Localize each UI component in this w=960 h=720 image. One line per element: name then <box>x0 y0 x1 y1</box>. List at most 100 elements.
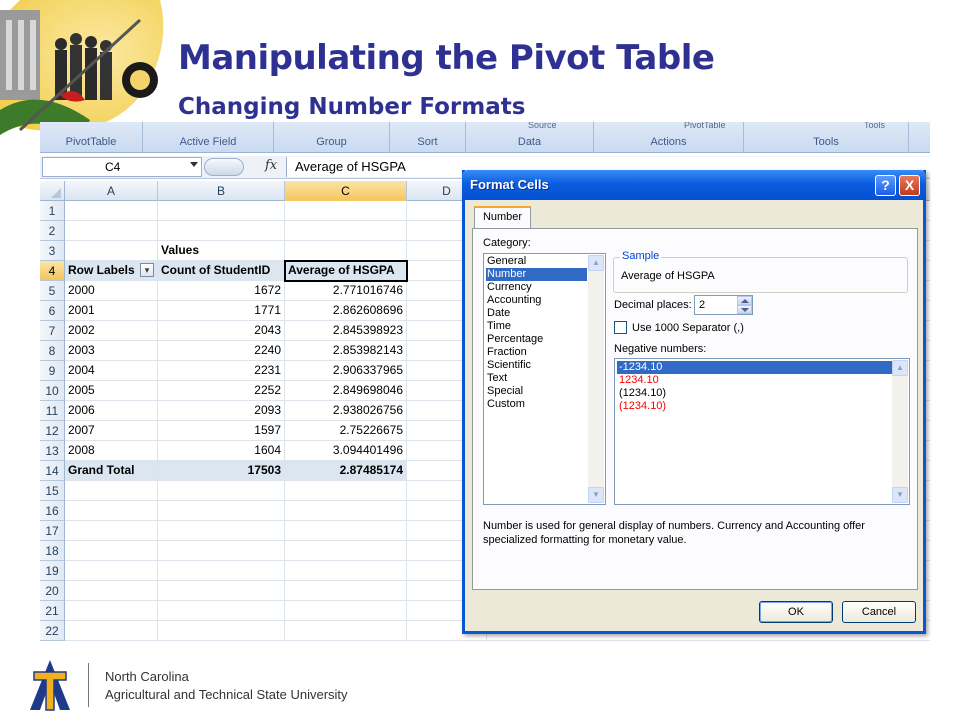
scroll-up-icon[interactable]: ▲ <box>892 360 908 376</box>
pivot-count-value[interactable]: 1604 <box>158 441 284 460</box>
negative-numbers-scrollbar[interactable]: ▲ ▼ <box>892 360 908 503</box>
tab-number[interactable]: Number <box>474 206 531 229</box>
pivot-count-value[interactable]: 1672 <box>158 281 284 300</box>
scroll-up-icon[interactable]: ▲ <box>588 255 604 271</box>
ribbon-group-pivottable[interactable]: PivotTable <box>40 122 143 153</box>
category-item[interactable]: Time <box>486 320 587 333</box>
row-header[interactable]: 16 <box>40 501 65 521</box>
negative-numbers-list[interactable]: -1234.10 1234.10 (1234.10) (1234.10) ▲ ▼ <box>614 358 910 505</box>
row-header[interactable]: 6 <box>40 301 65 321</box>
pivot-average-value[interactable]: 2.862608696 <box>285 301 406 320</box>
category-item[interactable]: Fraction <box>486 346 587 359</box>
category-item[interactable]: Accounting <box>486 294 587 307</box>
pivot-average-value[interactable]: 2.771016746 <box>285 281 406 300</box>
column-header-a[interactable]: A <box>65 181 158 201</box>
pivot-count-value[interactable]: 2252 <box>158 381 284 400</box>
ribbon-group-group[interactable]: Group <box>274 122 390 153</box>
row-header[interactable]: 3 <box>40 241 65 261</box>
pivot-row-label[interactable]: 2006 <box>65 401 157 420</box>
row-header[interactable]: 10 <box>40 381 65 401</box>
ribbon-group-data[interactable]: Source Data <box>466 122 594 153</box>
column-header-b[interactable]: B <box>158 181 285 201</box>
negative-number-option[interactable]: -1234.10 <box>617 361 892 374</box>
row-header[interactable]: 15 <box>40 481 65 501</box>
pivot-average-value[interactable]: 2.906337965 <box>285 361 406 380</box>
name-box[interactable]: C4 <box>42 157 202 177</box>
grand-total-average[interactable]: 2.87485174 <box>285 461 406 480</box>
dialog-title-bar[interactable]: Format Cells ? X <box>462 170 926 200</box>
insert-function-icon[interactable]: fx <box>265 158 277 173</box>
pivot-average-value[interactable]: 2.845398923 <box>285 321 406 340</box>
pivot-row-label[interactable]: 2007 <box>65 421 157 440</box>
row-header[interactable]: 14 <box>40 461 65 481</box>
category-item[interactable]: Percentage <box>486 333 587 346</box>
row-header[interactable]: 2 <box>40 221 65 241</box>
scroll-down-icon[interactable]: ▼ <box>892 487 908 503</box>
selected-cell-c4[interactable] <box>284 260 408 282</box>
category-item[interactable]: Custom <box>486 398 587 411</box>
pivot-count-value[interactable]: 2043 <box>158 321 284 340</box>
row-header[interactable]: 7 <box>40 321 65 341</box>
select-all-corner[interactable] <box>40 181 65 201</box>
pivot-row-label[interactable]: 2000 <box>65 281 157 300</box>
formula-bar-resize-handle[interactable] <box>204 158 244 176</box>
use-1000-separator-checkbox[interactable] <box>614 321 627 334</box>
ok-button[interactable]: OK <box>759 601 833 623</box>
category-item[interactable]: Number <box>486 268 587 281</box>
row-header[interactable]: 4 <box>40 261 65 281</box>
cancel-button[interactable]: Cancel <box>842 601 916 623</box>
category-scrollbar[interactable]: ▲ ▼ <box>588 255 604 503</box>
pivot-row-label[interactable]: 2003 <box>65 341 157 360</box>
pivot-count-value[interactable]: 1597 <box>158 421 284 440</box>
category-item[interactable]: Text <box>486 372 587 385</box>
close-button[interactable]: X <box>899 175 920 196</box>
help-button[interactable]: ? <box>875 175 896 196</box>
filter-dropdown-icon[interactable]: ▾ <box>140 263 154 277</box>
decimal-places-stepper[interactable]: 2 <box>694 295 753 315</box>
pivot-average-value[interactable]: 2.853982143 <box>285 341 406 360</box>
row-header[interactable]: 18 <box>40 541 65 561</box>
negative-number-option[interactable]: (1234.10) <box>617 387 892 400</box>
row-header[interactable]: 5 <box>40 281 65 301</box>
pivot-count-value[interactable]: 2093 <box>158 401 284 420</box>
ribbon-group-tools[interactable]: Tools Tools <box>744 122 909 153</box>
pivot-average-value[interactable]: 3.094401496 <box>285 441 406 460</box>
category-item[interactable]: Special <box>486 385 587 398</box>
pivot-average-value[interactable]: 2.75226675 <box>285 421 406 440</box>
increment-icon[interactable] <box>737 296 752 305</box>
grand-total-count[interactable]: 17503 <box>158 461 284 480</box>
ribbon-group-active-field[interactable]: Active Field <box>143 122 274 153</box>
row-header[interactable]: 1 <box>40 201 65 221</box>
decrement-icon[interactable] <box>737 305 752 314</box>
category-list[interactable]: General Number Currency Accounting Date Time P… <box>483 253 606 505</box>
pivot-count-value[interactable]: 2231 <box>158 361 284 380</box>
pivot-row-label[interactable]: 2004 <box>65 361 157 380</box>
ribbon-group-actions[interactable]: PivotTable Actions <box>594 122 744 153</box>
row-header[interactable]: 11 <box>40 401 65 421</box>
negative-number-option[interactable]: 1234.10 <box>617 374 892 387</box>
ribbon-group-sort[interactable]: Sort <box>390 122 466 153</box>
row-header[interactable]: 17 <box>40 521 65 541</box>
name-box-dropdown-icon[interactable] <box>190 162 198 167</box>
pivot-average-value[interactable]: 2.938026756 <box>285 401 406 420</box>
row-header[interactable]: 21 <box>40 601 65 621</box>
pivot-average-value[interactable]: 2.849698046 <box>285 381 406 400</box>
row-header[interactable]: 20 <box>40 581 65 601</box>
pivot-count-header[interactable]: Count of StudentID <box>158 261 284 280</box>
decimal-places-value[interactable]: 2 <box>699 299 705 311</box>
row-header[interactable]: 19 <box>40 561 65 581</box>
category-item[interactable]: Scientific <box>486 359 587 372</box>
pivot-count-value[interactable]: 2240 <box>158 341 284 360</box>
row-header[interactable]: 22 <box>40 621 65 641</box>
row-header[interactable]: 9 <box>40 361 65 381</box>
column-header-c[interactable]: C <box>285 181 407 201</box>
category-item[interactable]: Date <box>486 307 587 320</box>
pivot-row-label[interactable]: 2001 <box>65 301 157 320</box>
use-1000-separator-label[interactable]: Use 1000 Separator (,) <box>632 322 744 334</box>
negative-number-option[interactable]: (1234.10) <box>617 400 892 413</box>
pivot-row-label[interactable]: 2008 <box>65 441 157 460</box>
pivot-values-header[interactable]: Values <box>158 241 284 260</box>
pivot-count-value[interactable]: 1771 <box>158 301 284 320</box>
row-header[interactable]: 8 <box>40 341 65 361</box>
grand-total-label[interactable]: Grand Total <box>65 461 157 480</box>
